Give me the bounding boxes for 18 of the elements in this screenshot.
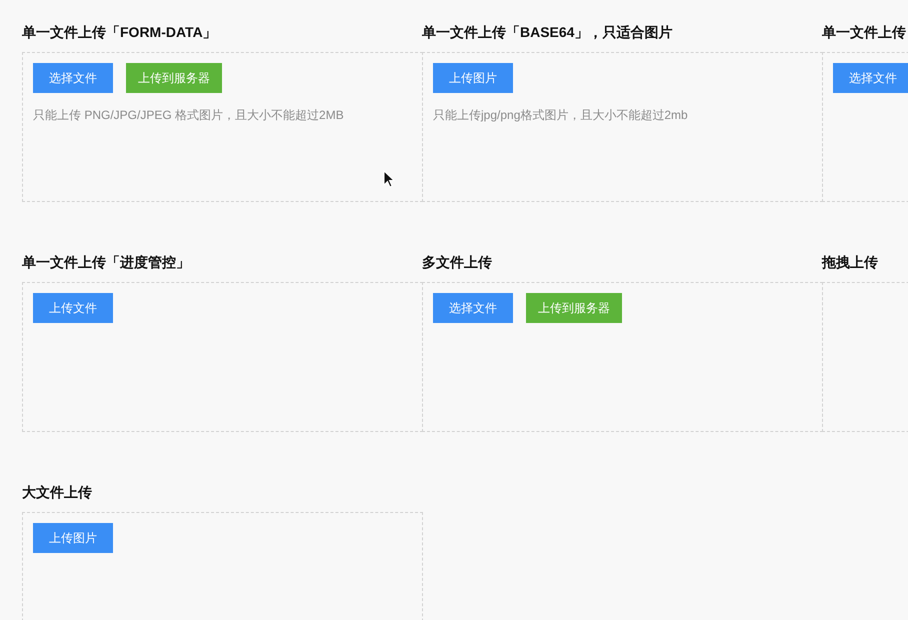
section-title: 单一文件上传「BASE64」，只适合图片 [422,23,674,42]
upload-button[interactable]: 上传图片 [433,63,513,93]
mouse-cursor-icon [383,170,395,188]
section-title: 单一文件上传「FORM-DATA」 [22,23,218,42]
upload-button[interactable]: 上传文件 [33,293,113,323]
upload-button[interactable]: 选择文件 [33,63,113,93]
upload-hint: 只能上传jpg/png格式图片，且大小不能超过2mb [433,107,689,124]
upload-button[interactable]: 上传到服务器 [526,293,622,323]
upload-hint: 只能上传 PNG/JPG/JPEG 格式图片，且大小不能超过2MB [33,107,345,124]
section-title: 拖拽上传 [822,253,879,272]
section-title: 单一文件上传「进度管控」 [22,253,191,272]
upload-button[interactable]: 选择文件 [833,63,908,93]
upload-button[interactable]: 上传到服务器 [126,63,222,93]
section-title: 大文件上传 [22,483,93,502]
upload-button[interactable]: 上传图片 [33,523,113,553]
section-title: 单一文件上传 [822,23,907,42]
section-title: 多文件上传 [422,253,493,272]
upload-button[interactable]: 选择文件 [433,293,513,323]
